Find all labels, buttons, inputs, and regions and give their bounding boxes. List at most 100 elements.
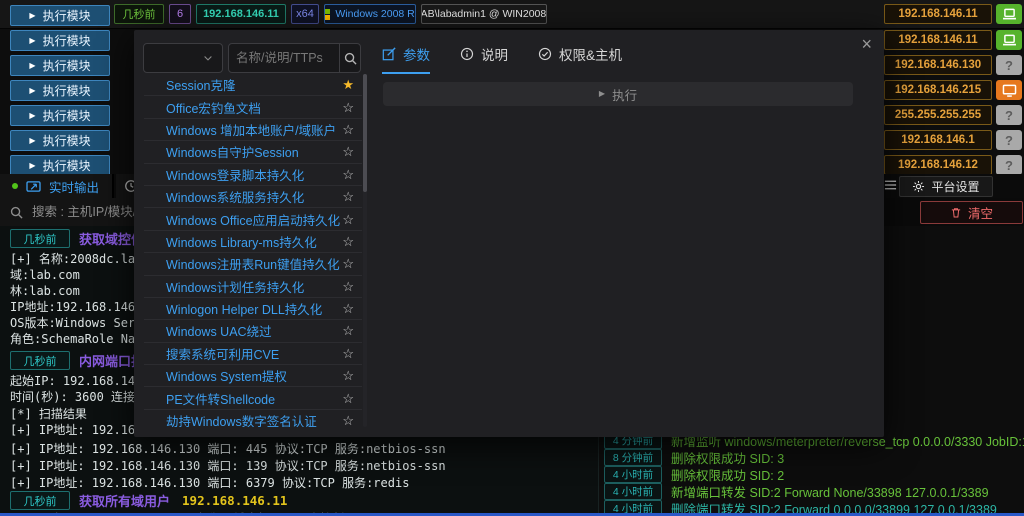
module-list-item[interactable]: Windows登录脚本持久化☆ xyxy=(144,164,362,186)
scrollbar-thumb[interactable] xyxy=(363,74,367,192)
host-unknown-button[interactable]: ? xyxy=(996,55,1022,75)
play-icon: ▶ xyxy=(29,112,35,120)
laptop-icon xyxy=(1002,8,1017,20)
star-icon[interactable]: ☆ xyxy=(342,347,354,360)
log-time-badge: 几秒前 xyxy=(10,229,70,248)
search-icon[interactable] xyxy=(339,44,360,72)
session-ip-badge: 192.168.146.11 xyxy=(196,4,286,24)
host-screen-button[interactable] xyxy=(996,80,1022,100)
app-window: ▶执行模块 几秒前 6 192.168.146.11 x64 Windows 2… xyxy=(0,0,1024,516)
module-list-item[interactable]: Windows Library-ms持久化☆ xyxy=(144,231,362,253)
host-ip-label: 192.168.146.130 xyxy=(884,55,992,75)
close-icon[interactable]: × xyxy=(861,34,872,55)
module-list: Session克隆★ Office宏钓鱼文档☆ Windows 增加本地账户/域… xyxy=(144,74,362,427)
star-icon[interactable]: ☆ xyxy=(342,190,354,203)
platform-settings-button[interactable]: 平台设置 xyxy=(899,176,993,197)
star-icon[interactable]: ☆ xyxy=(342,168,354,181)
screen-cast-icon xyxy=(1002,84,1017,97)
question-icon: ? xyxy=(1005,108,1013,123)
execute-module-button[interactable]: ▶执行模块 xyxy=(10,130,110,151)
windows-logo-icon xyxy=(324,9,330,20)
host-unknown-button[interactable]: ? xyxy=(996,130,1022,150)
tab-permissions-hosts[interactable]: 权限&主机 xyxy=(538,40,622,68)
run-module-button[interactable]: ▶执行 xyxy=(383,82,853,106)
module-list-item[interactable]: Windows System提权☆ xyxy=(144,365,362,387)
module-list-item[interactable]: Session克隆★ xyxy=(144,74,362,96)
module-list-item[interactable]: Windows自守护Session☆ xyxy=(144,141,362,163)
play-icon: ▶ xyxy=(29,62,35,70)
star-icon[interactable]: ☆ xyxy=(342,235,354,248)
module-dialog-tabs: 参数 说明 权限&主机 xyxy=(382,40,622,68)
log-time-badge: 几秒前 xyxy=(10,351,70,370)
edit-icon xyxy=(382,47,396,61)
session-count-badge: 6 xyxy=(169,4,191,24)
module-list-item[interactable]: Office宏钓鱼文档☆ xyxy=(144,96,362,118)
menu-lines-icon[interactable] xyxy=(884,178,897,192)
host-online-button[interactable] xyxy=(996,4,1022,24)
tab-description[interactable]: 说明 xyxy=(460,40,508,68)
notification-time-badge: 4 小时前 xyxy=(604,466,662,483)
star-icon[interactable]: ☆ xyxy=(342,414,354,427)
notification-time-badge: 4 小时前 xyxy=(604,483,662,500)
info-icon xyxy=(460,47,474,61)
host-unknown-button[interactable]: ? xyxy=(996,155,1022,175)
chevron-down-icon xyxy=(202,52,214,64)
live-output-icon xyxy=(26,180,41,193)
log-line: 域:lab.com xyxy=(10,266,80,283)
clear-button[interactable]: 清空 xyxy=(920,201,1023,224)
star-icon[interactable]: ☆ xyxy=(342,123,354,136)
star-icon[interactable]: ☆ xyxy=(342,302,354,315)
tab-live-output[interactable]: 实时输出 xyxy=(0,174,114,198)
play-icon: ▶ xyxy=(29,87,35,95)
host-ip-label: 192.168.146.1 xyxy=(884,130,992,150)
module-search-box xyxy=(228,43,361,73)
module-list-item[interactable]: Windows UAC绕过☆ xyxy=(144,320,362,342)
session-arch-badge: x64 xyxy=(291,4,319,24)
star-icon[interactable]: ★ xyxy=(342,78,354,91)
log-entry: 几秒前获取所有域用户192.168.146.11 xyxy=(10,491,287,510)
module-list-item[interactable]: Winlogon Helper DLL持久化☆ xyxy=(144,298,362,320)
host-online-button[interactable] xyxy=(996,30,1022,50)
laptop-icon xyxy=(1002,34,1017,46)
session-os-badge: Windows 2008 R2 xyxy=(324,4,416,24)
star-icon[interactable]: ☆ xyxy=(342,324,354,337)
module-search-input[interactable] xyxy=(229,44,339,72)
log-module-link[interactable]: 获取所有域用户 xyxy=(79,491,170,510)
module-list-item[interactable]: Windows注册表Run键值持久化☆ xyxy=(144,253,362,275)
execute-module-button[interactable]: ▶执行模块 xyxy=(10,5,110,26)
star-icon[interactable]: ☆ xyxy=(342,213,354,226)
module-list-scrollbar[interactable] xyxy=(363,74,367,427)
module-list-item[interactable]: Windows 增加本地账户/域账户☆ xyxy=(144,119,362,141)
star-icon[interactable]: ☆ xyxy=(342,369,354,382)
star-icon[interactable]: ☆ xyxy=(342,101,354,114)
tab-params[interactable]: 参数 xyxy=(382,40,430,68)
session-user-badge: LAB\labadmin1 @ WIN2008A xyxy=(421,4,547,24)
host-ip-label: 192.168.146.215 xyxy=(884,80,992,100)
execute-module-button[interactable]: ▶执行模块 xyxy=(10,105,110,126)
execute-module-button[interactable]: ▶执行模块 xyxy=(10,155,110,176)
host-unknown-button[interactable]: ? xyxy=(996,105,1022,125)
star-icon[interactable]: ☆ xyxy=(342,145,354,158)
star-icon[interactable]: ☆ xyxy=(342,257,354,270)
star-icon[interactable]: ☆ xyxy=(342,280,354,293)
module-category-select[interactable] xyxy=(143,43,223,73)
module-list-item[interactable]: Windows Office应用启动持久化☆ xyxy=(144,208,362,230)
log-line: [+] IP地址: 192.168.146.130 端口: 6379 协议:TC… xyxy=(10,474,409,491)
notification-panel: 4 分钟前新增监听 windows/meterpreter/reverse_tc… xyxy=(598,426,1024,514)
execute-module-button[interactable]: ▶执行模块 xyxy=(10,80,110,101)
module-list-item[interactable]: Windows系统服务持久化☆ xyxy=(144,186,362,208)
play-icon: ▶ xyxy=(29,137,35,145)
star-icon[interactable]: ☆ xyxy=(342,392,354,405)
play-icon: ▶ xyxy=(29,162,35,170)
execute-module-button[interactable]: ▶执行模块 xyxy=(10,30,110,51)
question-icon: ? xyxy=(1005,158,1013,173)
module-list-item[interactable]: 劫持Windows数字签名认证☆ xyxy=(144,410,362,427)
module-list-item[interactable]: PE文件转Shellcode☆ xyxy=(144,387,362,409)
log-target-ip: 192.168.146.11 xyxy=(182,493,287,508)
execute-module-button[interactable]: ▶执行模块 xyxy=(10,55,110,76)
question-icon: ? xyxy=(1005,133,1013,148)
log-line: [*] 扫描结果 xyxy=(10,405,87,422)
module-list-item[interactable]: Windows计划任务持久化☆ xyxy=(144,276,362,298)
play-icon: ▶ xyxy=(29,12,35,20)
module-list-item[interactable]: 搜索系统可利用CVE☆ xyxy=(144,343,362,365)
